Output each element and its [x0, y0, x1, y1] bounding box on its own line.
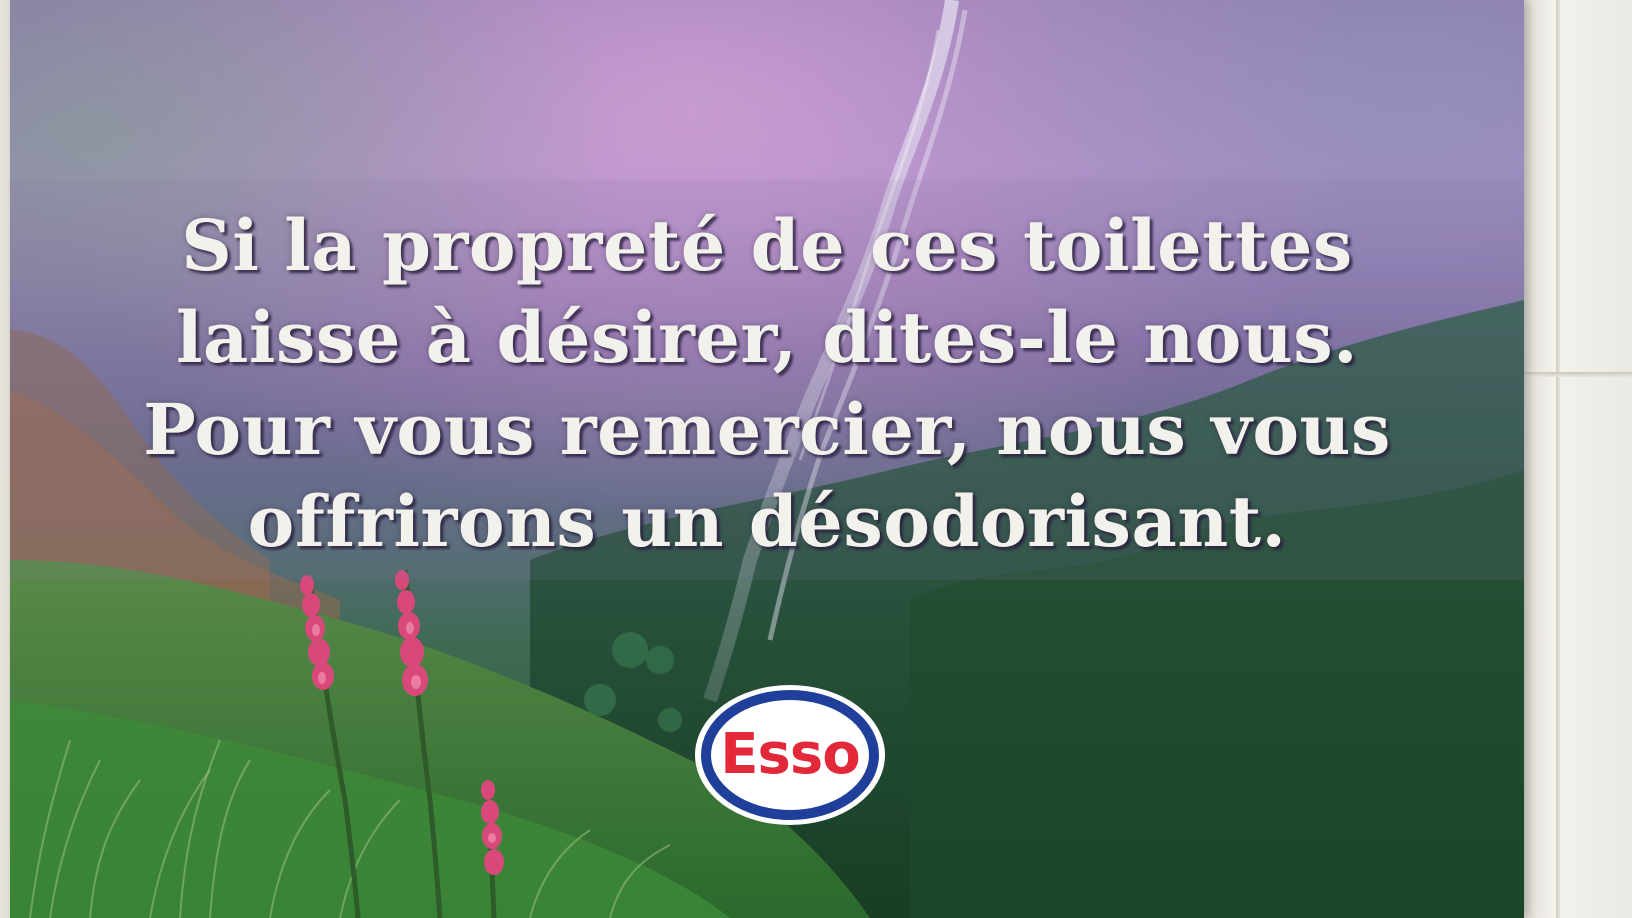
sign-message: Si la propreté de ces toilettes laisse à…: [10, 200, 1524, 568]
photo-scene: Si la propreté de ces toilettes laisse à…: [0, 0, 1632, 918]
message-line-2: laisse à désirer, dites-le nous.: [175, 296, 1359, 379]
esso-poster: Si la propreté de ces toilettes laisse à…: [10, 0, 1524, 918]
esso-logo: Esso: [693, 683, 887, 827]
tile-seam-horizontal: [1512, 372, 1632, 377]
message-line-3: Pour vous remercier, nous vous: [143, 388, 1391, 471]
message-line-1: Si la propreté de ces toilettes: [181, 204, 1353, 287]
esso-logo-text: Esso: [720, 722, 860, 787]
wall-tiles: [1512, 0, 1632, 918]
message-line-4: offrirons un désodorisant.: [247, 480, 1287, 563]
tile-seam-vertical: [1556, 0, 1560, 918]
